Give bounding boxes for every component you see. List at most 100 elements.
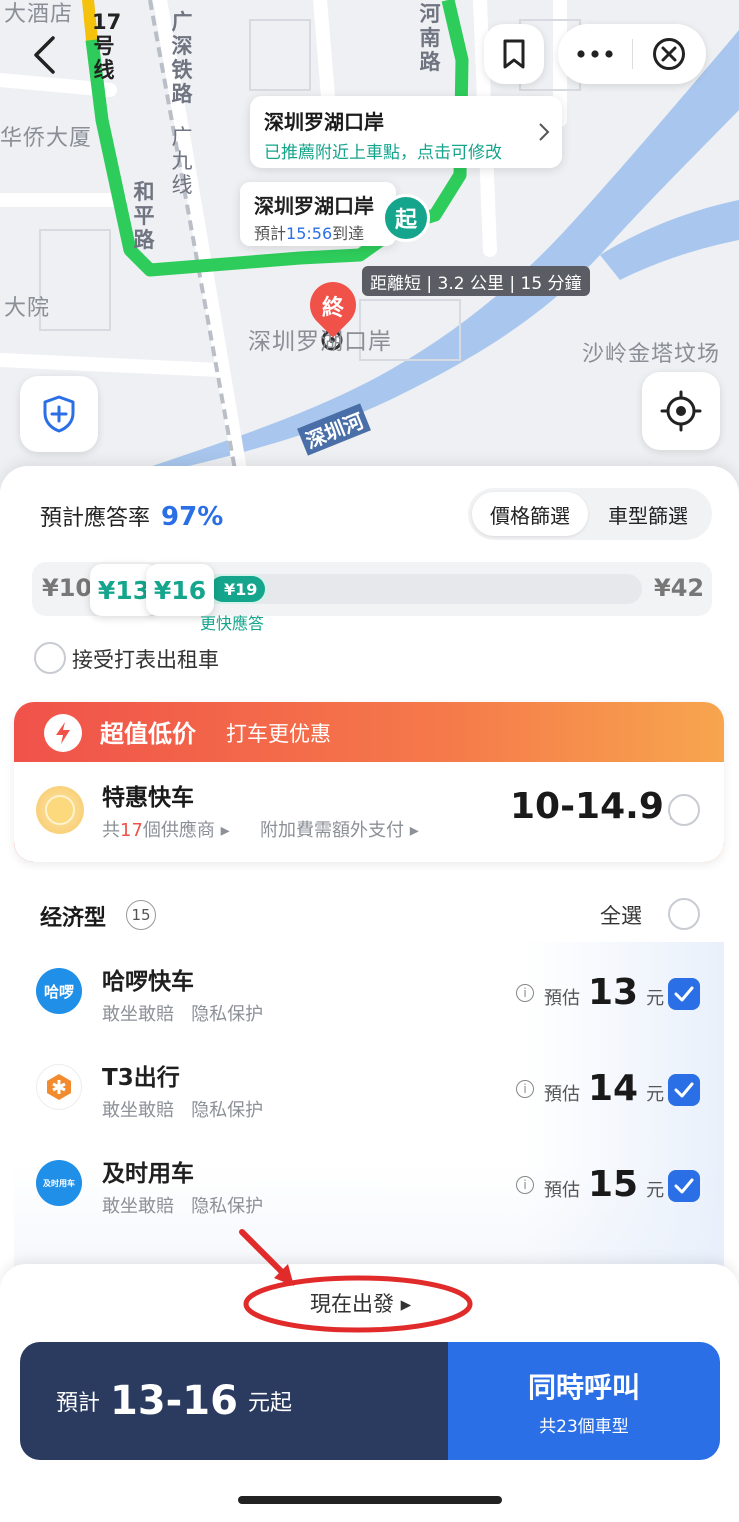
chevron-right-icon bbox=[539, 123, 550, 141]
map-view[interactable]: 大酒店 华侨大厦 大院 17号线 广深铁路 广九线 和平路 河南路 深圳罗湖口岸… bbox=[0, 0, 739, 490]
special-ride-logo bbox=[36, 786, 84, 834]
ride-checkbox-checked[interactable] bbox=[668, 978, 700, 1010]
ride-checkbox-checked[interactable] bbox=[668, 1074, 700, 1106]
filter-toggle: 價格篩選 車型篩選 bbox=[468, 488, 712, 540]
slider-caption: 更快應答 bbox=[200, 614, 265, 633]
info-icon[interactable]: i bbox=[516, 1080, 534, 1098]
ride-est-label: 預估 bbox=[544, 988, 580, 1009]
crosshair-icon bbox=[660, 390, 702, 432]
providers-count: 17 bbox=[120, 820, 143, 841]
call-all-title: 同時呼叫 bbox=[527, 1370, 640, 1404]
special-ride-providers[interactable]: 共17個供應商 ▸ bbox=[102, 816, 230, 842]
end-marker[interactable]: 終 bbox=[310, 284, 356, 328]
select-all-checkbox[interactable] bbox=[668, 898, 700, 930]
promo-subtitle: 打车更优惠 bbox=[226, 722, 331, 746]
ride-tag: 敢坐敢賠 bbox=[102, 1004, 174, 1025]
ride-tag: 隐私保护 bbox=[191, 1196, 264, 1217]
eta-prefix: 預計 bbox=[254, 224, 287, 243]
close-button[interactable] bbox=[633, 24, 707, 84]
economy-title: 经济型 bbox=[40, 906, 107, 931]
route-info: 距離短 | 3.2 公里 | 15 分鐘 bbox=[362, 266, 590, 296]
map-label-hotel: 大酒店 bbox=[4, 2, 74, 27]
pickup-card[interactable]: 深圳罗湖口岸 已推薦附近上車點，点击可修改 bbox=[250, 96, 562, 168]
ride-tag: 敢坐敢賠 bbox=[102, 1100, 174, 1121]
hello-logo: 哈啰 bbox=[36, 968, 82, 1014]
eta-time: 15:56 bbox=[286, 224, 333, 243]
special-ride-checkbox[interactable] bbox=[668, 794, 700, 826]
estimate-summary: 預計 13-16 元起 bbox=[20, 1342, 448, 1460]
ride-price: i 預估 15 元 bbox=[516, 1164, 664, 1205]
slider-max-label: ¥42 bbox=[654, 574, 705, 602]
check-icon bbox=[674, 986, 694, 1002]
info-icon[interactable]: i bbox=[516, 984, 534, 1002]
call-all-button[interactable]: 同時呼叫 共23個車型 bbox=[448, 1342, 720, 1460]
ride-price-unit: 元 bbox=[646, 1084, 665, 1105]
ride-price-value: 13 bbox=[588, 972, 639, 1013]
ride-option-hello[interactable]: 哈啰 哈啰快车 敢坐敢賠 隐私保护 i 預估 13 元 bbox=[14, 954, 724, 1044]
bookmark-icon bbox=[503, 39, 525, 69]
estimate-suffix: 元起 bbox=[247, 1391, 292, 1416]
special-ride-price: 10-14.9 元 bbox=[510, 786, 687, 827]
ride-option-t3[interactable]: T3出行 敢坐敢賠 隐私保护 i 預估 14 元 bbox=[14, 1050, 724, 1140]
slider-min-label: ¥10 bbox=[42, 574, 93, 602]
response-rate-value: 97% bbox=[161, 502, 224, 532]
ride-price: i 預估 14 元 bbox=[516, 1068, 664, 1109]
ride-options-sheet: 預計應答率 97% 價格篩選 車型篩選 ¥10 ¥42 ¥19 ¥13 ¥16 … bbox=[0, 466, 739, 1522]
locate-button[interactable] bbox=[642, 372, 720, 450]
call-all-subtitle: 共23個車型 bbox=[539, 1416, 629, 1437]
ride-tag: 敢坐敢賠 bbox=[102, 1196, 174, 1217]
pickup-subtitle: 已推薦附近上車點，点击可修改 bbox=[264, 143, 502, 163]
ride-tags: 敢坐敢賠 隐私保护 bbox=[102, 1096, 263, 1122]
shield-icon bbox=[43, 395, 75, 433]
ride-name: 哈啰快车 bbox=[102, 969, 194, 995]
economy-section: 经济型 15 全選 哈啰 哈啰快车 敢坐敢賠 隐私保护 i 預估 13 元 T3… bbox=[14, 870, 724, 1290]
call-bar: 預計 13-16 元起 同時呼叫 共23個車型 bbox=[20, 1342, 720, 1460]
ride-tags: 敢坐敢賠 隐私保护 bbox=[102, 1000, 263, 1026]
start-title: 深圳罗湖口岸 bbox=[254, 194, 374, 218]
ride-price-unit: 元 bbox=[646, 988, 665, 1009]
accept-taxi-checkbox[interactable] bbox=[34, 642, 66, 674]
ride-tag: 隐私保护 bbox=[191, 1100, 264, 1121]
lightning-icon bbox=[44, 714, 82, 752]
annotation-overlay bbox=[239, 1229, 473, 1333]
map-label-line17: 17号线 bbox=[92, 10, 122, 82]
economy-count: 15 bbox=[126, 900, 156, 930]
t3-icon bbox=[47, 1074, 71, 1100]
surcharge-link[interactable]: 附加費需額外支付 ▸ bbox=[260, 816, 419, 842]
ride-price-value: 15 bbox=[588, 1164, 639, 1205]
price-tag-high[interactable]: ¥16 bbox=[146, 564, 214, 616]
surcharge-text: 附加費需額外支付 bbox=[260, 820, 404, 841]
ride-option-jishi[interactable]: 及时用车 及时用车 敢坐敢賠 隐私保护 i 預估 15 元 bbox=[14, 1146, 724, 1236]
home-indicator bbox=[238, 1496, 502, 1504]
map-label-shaling: 沙岭金塔坟场 bbox=[582, 342, 721, 367]
info-icon[interactable]: i bbox=[516, 1176, 534, 1194]
more-icon bbox=[577, 50, 613, 58]
special-price-value: 10-14.9 bbox=[510, 786, 664, 827]
ride-price: i 預估 13 元 bbox=[516, 972, 664, 1013]
estimate-range: 13-16 bbox=[110, 1378, 238, 1424]
start-info-card: 深圳罗湖口岸 預計15:56到達 bbox=[240, 182, 396, 246]
back-button[interactable] bbox=[22, 30, 66, 80]
ride-checkbox-checked[interactable] bbox=[668, 1170, 700, 1202]
map-label-dayuan: 大院 bbox=[4, 296, 51, 321]
estimate-prefix: 預計 bbox=[56, 1391, 101, 1416]
more-button[interactable] bbox=[558, 24, 632, 84]
t3-logo bbox=[36, 1064, 82, 1110]
tab-price-filter[interactable]: 價格篩選 bbox=[472, 492, 588, 536]
start-eta: 預計15:56到達 bbox=[254, 220, 364, 244]
bookmark-button[interactable] bbox=[484, 24, 544, 84]
slider-marker: ¥19 bbox=[210, 576, 266, 602]
pickup-title: 深圳罗湖口岸 bbox=[264, 110, 384, 134]
response-rate-row: 預計應答率 97% bbox=[40, 500, 223, 532]
promo-title: 超值低价 bbox=[100, 720, 196, 748]
start-marker[interactable]: 起 bbox=[382, 194, 430, 242]
tab-car-filter[interactable]: 車型篩選 bbox=[588, 492, 708, 536]
bottom-panel: 現在出發 ▸ 預計 13-16 元起 同時呼叫 共23個車型 bbox=[0, 1229, 739, 1522]
special-ride-row[interactable]: 特惠快车 共17個供應商 ▸ 附加費需額外支付 ▸ 10-14.9 元 bbox=[14, 762, 724, 862]
ride-name: 及时用车 bbox=[102, 1161, 194, 1187]
ride-name: T3出行 bbox=[102, 1065, 180, 1091]
safety-button[interactable] bbox=[20, 376, 98, 452]
ride-est-label: 預估 bbox=[544, 1180, 580, 1201]
providers-prefix: 共 bbox=[102, 820, 120, 841]
special-ride-name: 特惠快车 bbox=[102, 785, 194, 811]
